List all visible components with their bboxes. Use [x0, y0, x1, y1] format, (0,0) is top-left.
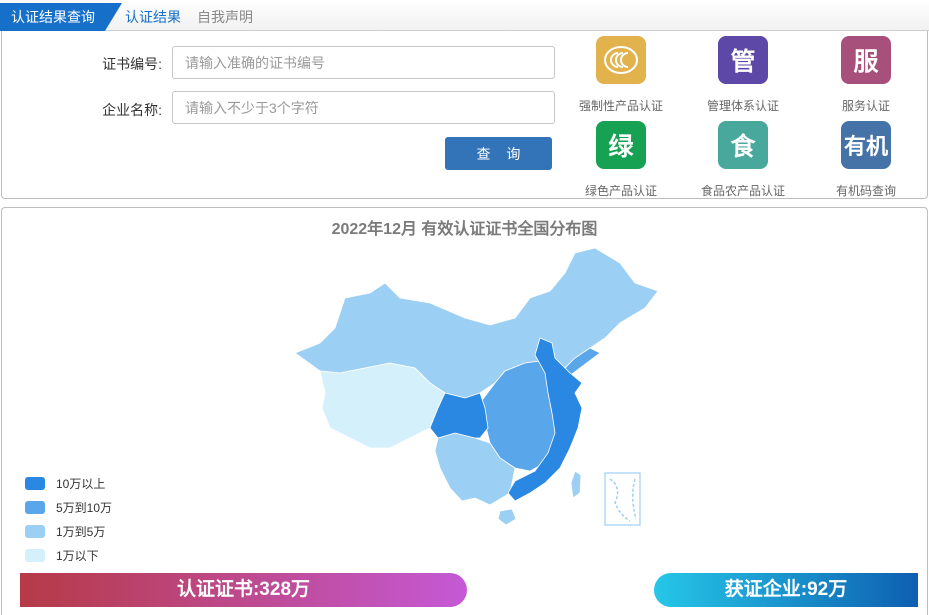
legend-swatch	[25, 524, 45, 538]
category-label: 管理体系认证	[706, 99, 779, 113]
legend-label: 10万以上	[56, 476, 106, 491]
legend-label: 1万以下	[56, 548, 99, 563]
service-icon: 服	[841, 36, 891, 84]
legend-item[interactable]: 5万到10万	[25, 495, 112, 519]
category-label: 食品农产品认证	[700, 184, 785, 198]
category-management[interactable]: 管 管理体系认证	[683, 36, 803, 114]
green-icon: 绿	[596, 121, 646, 169]
tab-cert-result[interactable]: 认证结果	[125, 3, 181, 31]
cert-number-input[interactable]	[172, 46, 555, 79]
legend-swatch	[25, 476, 45, 490]
legend-label: 5万到10万	[56, 500, 113, 515]
legend-swatch	[25, 500, 45, 514]
management-icon: 管	[718, 36, 768, 84]
category-label: 服务认证	[841, 99, 890, 113]
tab-self-declaration[interactable]: 自我声明	[197, 3, 253, 31]
ccc-icon	[596, 36, 646, 84]
category-organic[interactable]: 有机 有机码查询	[806, 121, 926, 199]
tab-cert-result-query[interactable]: 认证结果查询	[0, 3, 122, 31]
food-icon: 食	[718, 121, 768, 169]
legend-item[interactable]: 1万到5万	[25, 519, 112, 543]
company-count-banner: 获证企业:92万	[654, 573, 918, 607]
category-label: 有机码查询	[835, 184, 896, 198]
company-name-label: 企业名称:	[102, 102, 162, 118]
map-title: 2022年12月 有效认证证书全国分布图	[331, 221, 598, 238]
query-button[interactable]: 查 询	[445, 137, 552, 170]
legend-label: 1万到5万	[56, 524, 106, 539]
map-region-taiwan[interactable]	[570, 470, 582, 499]
tab-bar: 认证结果查询 认证结果 自我声明	[0, 0, 929, 31]
legend-item[interactable]: 1万以下	[25, 543, 112, 567]
organic-icon: 有机	[841, 121, 891, 169]
certificate-count-banner: 认证证书:328万	[20, 573, 467, 607]
map-legend: 10万以上 5万到10万 1万到5万 1万以下	[25, 471, 112, 567]
legend-item[interactable]: 10万以上	[25, 471, 112, 495]
map-region-hainan[interactable]	[497, 508, 517, 526]
category-ccc[interactable]: 强制性产品认证	[561, 36, 681, 114]
company-name-input[interactable]	[172, 91, 555, 124]
category-food[interactable]: 食 食品农产品认证	[683, 121, 803, 199]
category-label: 强制性产品认证	[578, 99, 663, 113]
china-map	[294, 247, 659, 526]
category-green[interactable]: 绿 绿色产品认证	[561, 121, 681, 199]
cert-number-label: 证书编号:	[102, 56, 162, 72]
category-service[interactable]: 服 服务认证	[806, 36, 926, 114]
legend-swatch	[25, 548, 45, 562]
category-label: 绿色产品认证	[584, 184, 657, 198]
